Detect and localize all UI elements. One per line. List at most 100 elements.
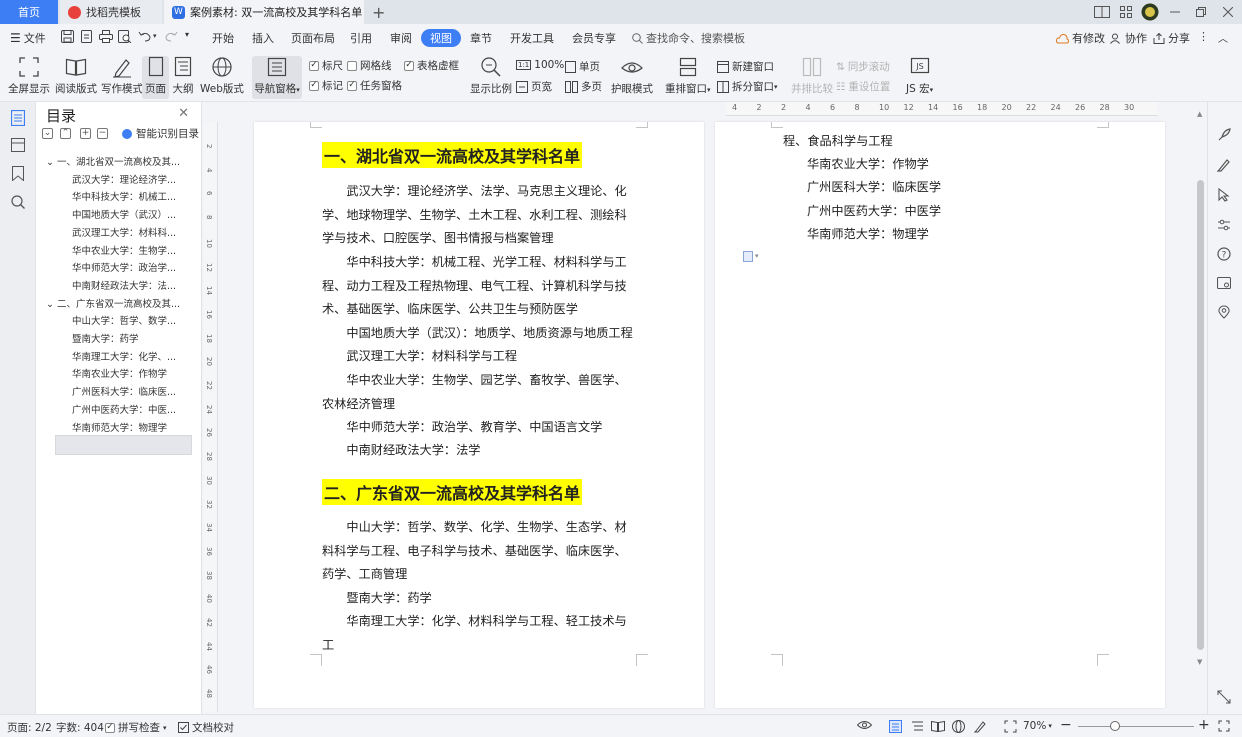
print-preview-icon[interactable]	[118, 30, 132, 43]
toc-selected-row[interactable]	[55, 435, 192, 455]
menu-developer[interactable]: 开发工具	[510, 30, 554, 46]
page-2[interactable]: 程、食品科学与工程 华南农业大学：作物学 广州医科大学：临床医学 广州中医药大学…	[715, 122, 1165, 708]
page-indicator[interactable]: 页面: 2/2	[7, 720, 52, 735]
toc-subitem[interactable]: 华南师范大学：物理学	[72, 420, 182, 434]
smart-toc-button[interactable]: 智能识别目录	[122, 126, 199, 141]
multi-page-button[interactable]: 多页	[565, 79, 602, 94]
gridlines-checkbox[interactable]: 网格线	[347, 58, 392, 73]
zoom-in-button[interactable]: +	[1198, 717, 1210, 733]
collapse-ribbon-icon[interactable]: ︿	[1218, 30, 1228, 45]
side-by-side-button[interactable]: 并排比较	[791, 56, 833, 96]
more-options-icon[interactable]: ⋮	[1198, 30, 1209, 43]
paragraph-zuel[interactable]: 中南财经政法大学：法学	[322, 439, 638, 463]
command-search[interactable]: 查找命令、搜索模板	[632, 30, 745, 46]
remove-heading-icon[interactable]: −	[97, 128, 108, 139]
toc-panel-icon[interactable]	[11, 110, 25, 126]
eye-protection-icon[interactable]	[857, 720, 872, 730]
write-mode-icon[interactable]	[974, 720, 987, 733]
revise-button[interactable]: 有修改	[1056, 30, 1105, 46]
tab-document[interactable]: W 案例素材: 双一流高校及其学科名单	[164, 0, 364, 24]
add-heading-icon[interactable]: +	[80, 128, 91, 139]
paragraph-whu[interactable]: 武汉大学：理论经济学、法学、马克思主义理论、化学、地球物理学、生物学、土木工程、…	[322, 180, 638, 251]
paragraph-whut[interactable]: 武汉理工大学：材料科学与工程	[322, 345, 638, 369]
menu-reference[interactable]: 引用	[350, 30, 372, 46]
outline-view-icon[interactable]	[911, 720, 924, 733]
nav-pane-button[interactable]: 导航窗格▾	[252, 56, 302, 99]
scroll-up-icon[interactable]: ▲	[1197, 110, 1202, 118]
redo-icon[interactable]	[165, 30, 178, 42]
scrollbar-thumb[interactable]	[1197, 180, 1204, 650]
web-view-icon[interactable]	[952, 720, 965, 733]
close-icon[interactable]	[1214, 0, 1242, 24]
location-icon[interactable]	[1217, 305, 1231, 319]
page-view-status-icon[interactable]	[889, 720, 902, 733]
paragraph-jnu[interactable]: 暨南大学：药学	[322, 587, 638, 611]
menu-review[interactable]: 审阅	[390, 30, 412, 46]
proofread-button[interactable]: 文档校对	[178, 720, 234, 735]
toc-subitem[interactable]: 广州医科大学：临床医...	[72, 384, 182, 398]
web-layout-button[interactable]: Web版式	[200, 56, 244, 96]
tab-home[interactable]: 首页	[0, 0, 58, 24]
toc-subitem[interactable]: 广州中医药大学：中医...	[72, 402, 182, 416]
reading-view-icon[interactable]	[931, 720, 945, 732]
save-icon[interactable]	[61, 30, 74, 43]
paragraph-scnu[interactable]: 华南师范大学：物理学	[807, 224, 929, 242]
paragraph-scut-cont[interactable]: 程、食品科学与工程	[783, 131, 893, 149]
undo-button[interactable]: ▾	[138, 30, 157, 42]
new-tab-button[interactable]: +	[372, 3, 385, 22]
horizontal-ruler[interactable]: 4 2 2 4 6 8 10 12 14 16 18 20 22 24 26 28 30	[726, 102, 1158, 116]
js-macro-button[interactable]: JS JS 宏▾	[906, 56, 933, 96]
fullscreen-button[interactable]: 全屏显示	[8, 56, 50, 96]
display-ratio-button[interactable]: 显示比例	[470, 56, 512, 96]
reset-position-button[interactable]: ☷ 重设位置	[836, 79, 890, 94]
menu-chapter[interactable]: 章节	[470, 30, 492, 46]
paragraph-cug[interactable]: 中国地质大学（武汉）：地质学、地质资源与地质工程	[322, 322, 638, 346]
page-width-button[interactable]: 页宽	[516, 79, 552, 94]
settings-sliders-icon[interactable]	[1217, 218, 1231, 232]
toc-subitem[interactable]: 中南财经政法大学：法...	[72, 278, 182, 292]
zoom-slider-track[interactable]	[1078, 726, 1194, 727]
toc-subitem[interactable]: 武汉理工大学：材料科...	[72, 225, 182, 239]
toc-subitem[interactable]: 华中师范大学：政治学...	[72, 260, 182, 274]
writing-mode-button[interactable]: 写作模式	[101, 56, 143, 96]
find-icon[interactable]	[11, 195, 25, 209]
apps-grid-icon[interactable]	[1114, 0, 1138, 24]
restore-icon[interactable]	[1188, 0, 1214, 24]
zoom-level[interactable]: 70% ▾	[1023, 720, 1052, 732]
toc-subitem[interactable]: 暨南大学：药学	[72, 331, 182, 345]
paragraph-scut[interactable]: 华南理工大学：化学、材料科学与工程、轻工技术与工	[322, 610, 638, 657]
heading-hubei[interactable]: 一、湖北省双一流高校及其学科名单	[322, 142, 583, 168]
page-1[interactable]: 一、湖北省双一流高校及其学科名单 武汉大学：理论经济学、法学、马克思主义理论、化…	[254, 122, 704, 708]
spell-check-button[interactable]: ✓ 拼写检查 ▾	[105, 720, 167, 735]
fit-page-icon[interactable]	[1004, 720, 1017, 733]
toc-subitem[interactable]: 华南农业大学：作物学	[72, 366, 182, 380]
zoom-100-button[interactable]: 1:1 100%	[516, 59, 564, 71]
heading-guangdong[interactable]: 二、广东省双一流高校及其学科名单	[322, 479, 583, 505]
toc-subitem[interactable]: 中山大学：哲学、数学...	[72, 313, 182, 327]
menu-view[interactable]: 视图	[421, 29, 461, 47]
chevron-down-icon[interactable]: ⌄	[46, 299, 57, 310]
paragraph-scau[interactable]: 华南农业大学：作物学	[807, 154, 929, 172]
menu-start[interactable]: 开始	[212, 30, 234, 46]
task-pane-checkbox[interactable]: ✓ 任务窗格	[347, 78, 402, 93]
minimize-icon[interactable]	[1162, 0, 1188, 24]
bookmark-icon[interactable]	[12, 166, 24, 181]
vertical-scrollbar[interactable]: ▲ ▼	[1195, 102, 1207, 714]
sync-scroll-button[interactable]: ⇅ 同步滚动	[836, 59, 890, 74]
split-window-button[interactable]: 拆分窗口 ▾	[717, 79, 778, 94]
image-tool-icon[interactable]	[1217, 276, 1231, 290]
paragraph-gzucm[interactable]: 广州中医药大学：中医学	[807, 201, 941, 219]
expand-panel-icon[interactable]	[1217, 690, 1231, 704]
reading-layout-button[interactable]: 阅读版式	[55, 56, 97, 96]
layout-toggle-icon[interactable]	[1090, 0, 1114, 24]
toc-heading-item[interactable]: ⌄ 一、湖北省双一流高校及其...	[46, 154, 192, 168]
toc-subitem[interactable]: 武汉大学：理论经济学...	[72, 172, 182, 186]
word-count[interactable]: 字数: 404	[56, 720, 104, 735]
menu-member[interactable]: 会员专享	[572, 30, 616, 46]
menu-insert[interactable]: 插入	[252, 30, 274, 46]
chapter-nav-icon[interactable]	[11, 138, 25, 152]
paste-options-button[interactable]: ▾	[743, 250, 759, 262]
export-pdf-icon[interactable]	[80, 30, 93, 43]
nav-close-icon[interactable]: ✕	[178, 106, 189, 121]
rocket-icon[interactable]	[1217, 128, 1231, 142]
